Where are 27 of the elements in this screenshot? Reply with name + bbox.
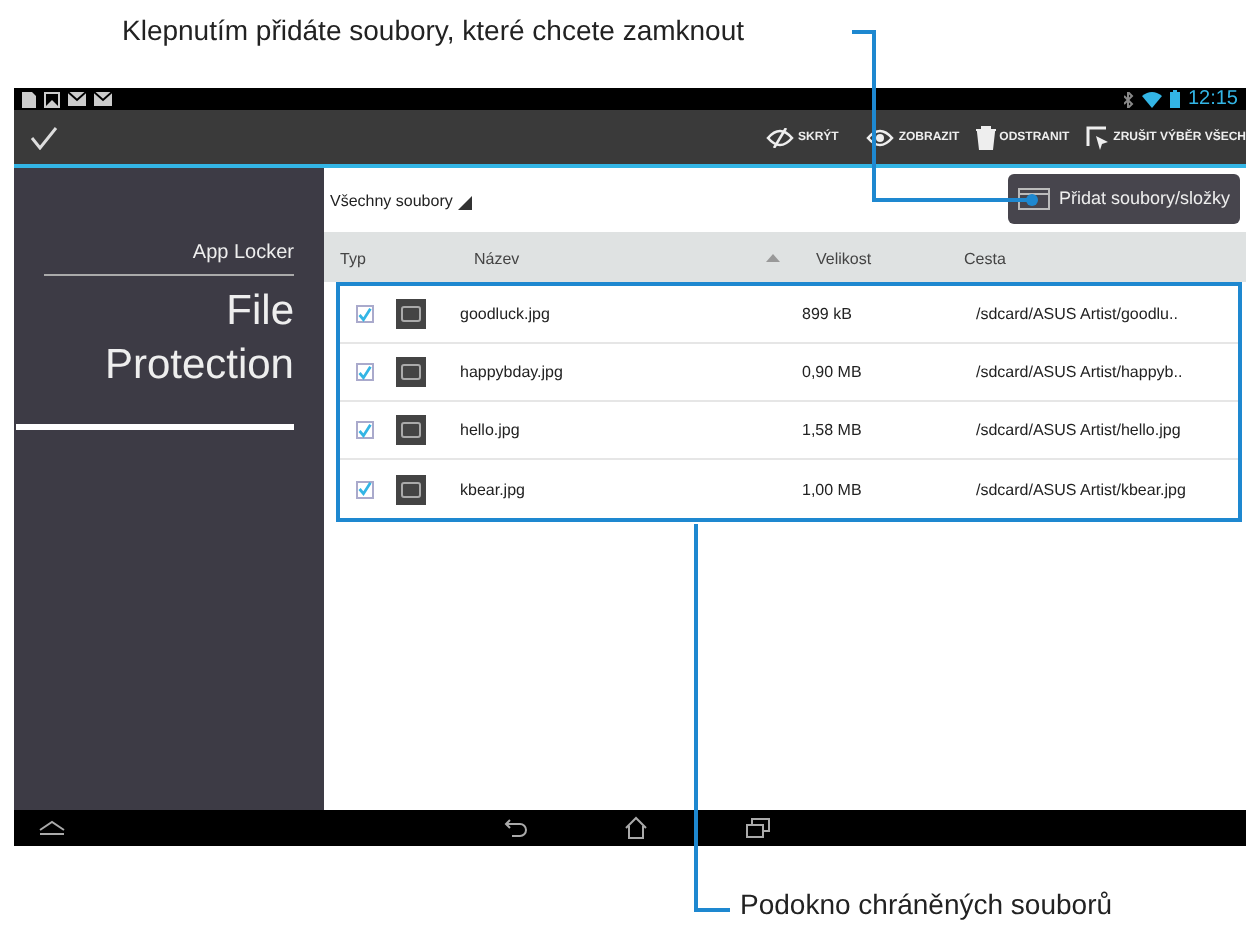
add-files-button[interactable]: Přidat soubory/složky — [1008, 173, 1240, 223]
column-header[interactable]: Cesta — [964, 250, 1006, 268]
column-header[interactable]: Velikost — [816, 250, 872, 268]
file-name: goodluck.jpg — [460, 305, 550, 323]
app-name: App Locker — [192, 242, 294, 264]
file-path: /sdcard/ASUS Artist/happyb.. — [976, 363, 1183, 381]
file-size: 0,90 MB — [802, 363, 862, 381]
callout-text: Podokno chráněných souborů — [740, 888, 1113, 920]
page-title: File Protection — [102, 286, 294, 392]
column-header[interactable]: Typ — [340, 250, 366, 268]
column-header[interactable]: Název — [474, 250, 520, 268]
filter-dropdown[interactable]: Všechny soubory — [330, 191, 473, 209]
file-row[interactable]: hello.jpg 1,58 MB /sdcard/ASUS Artist/hello.jpg — [340, 402, 1238, 460]
clock-time: 12:15 — [1187, 89, 1238, 109]
file-row[interactable]: kbear.jpg 1,00 MB /sdcard/ASUS Artist/kbear.jpg — [340, 460, 1238, 518]
file-size: 899 kB — [802, 305, 852, 323]
callout-text: Klepnutím přidáte soubory, které chcete zamknout — [122, 14, 745, 46]
file-name: kbear.jpg — [460, 480, 525, 498]
file-size: 1,58 MB — [802, 421, 862, 439]
file-size: 1,00 MB — [802, 480, 862, 498]
file-row[interactable]: happybday.jpg 0,90 MB /sdcard/ASUS Artist/happyb.. — [340, 344, 1238, 402]
file-name: hello.jpg — [460, 421, 520, 439]
file-path: /sdcard/ASUS Artist/kbear.jpg — [976, 480, 1186, 498]
file-path: /sdcard/ASUS Artist/goodlu.. — [976, 305, 1178, 323]
file-row[interactable]: goodluck.jpg 899 kB /sdcard/ASUS Artist/goodlu.. — [340, 286, 1238, 344]
file-path: /sdcard/ASUS Artist/hello.jpg — [976, 421, 1181, 439]
file-name: happybday.jpg — [460, 363, 563, 381]
